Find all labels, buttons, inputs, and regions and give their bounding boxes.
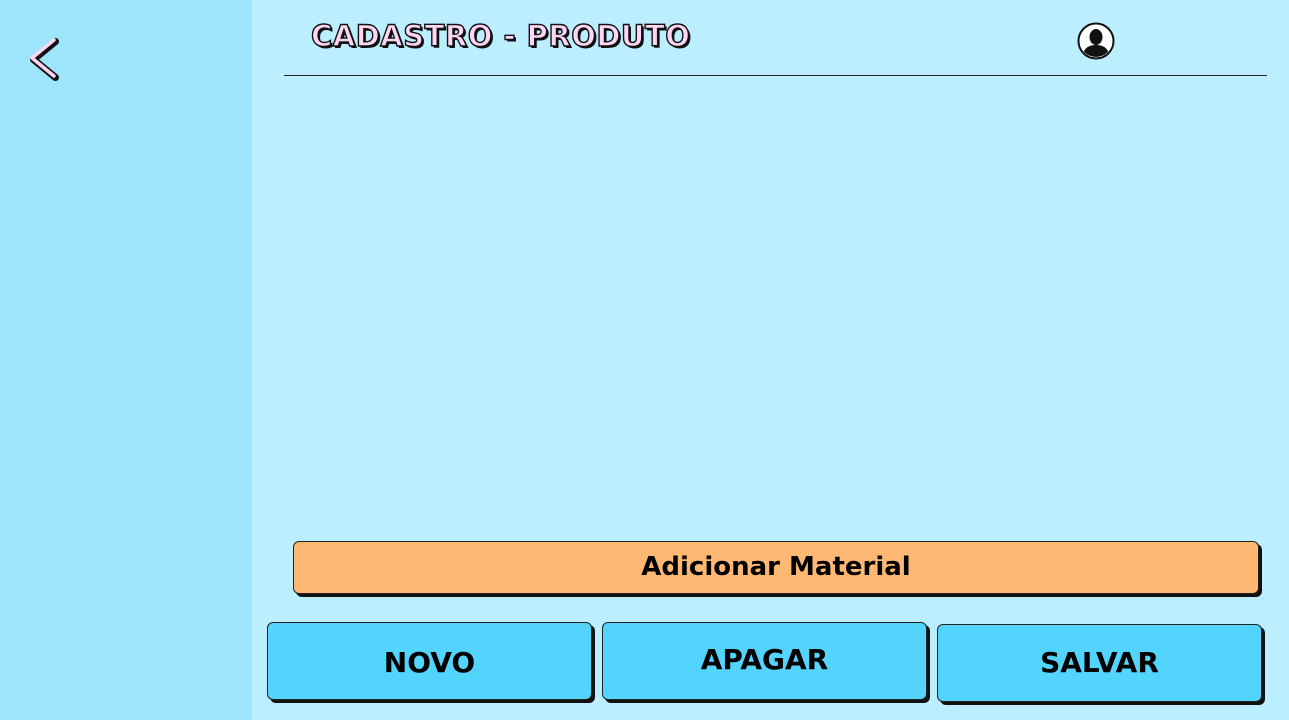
main-panel: CADASTRO - PRODUTO Adicionar Material NO… [252,0,1289,720]
user-avatar-button[interactable] [1077,22,1115,60]
header-divider [284,75,1267,76]
new-button[interactable]: NOVO [267,622,592,700]
save-button[interactable]: SALVAR [937,624,1262,702]
add-material-button[interactable]: Adicionar Material [293,541,1259,594]
user-avatar-icon [1077,22,1115,60]
sidebar [0,0,252,720]
chevron-left-icon [30,38,59,81]
page-title: CADASTRO - PRODUTO [310,18,691,53]
back-button[interactable] [22,34,66,82]
delete-button[interactable]: APAGAR [602,622,927,700]
